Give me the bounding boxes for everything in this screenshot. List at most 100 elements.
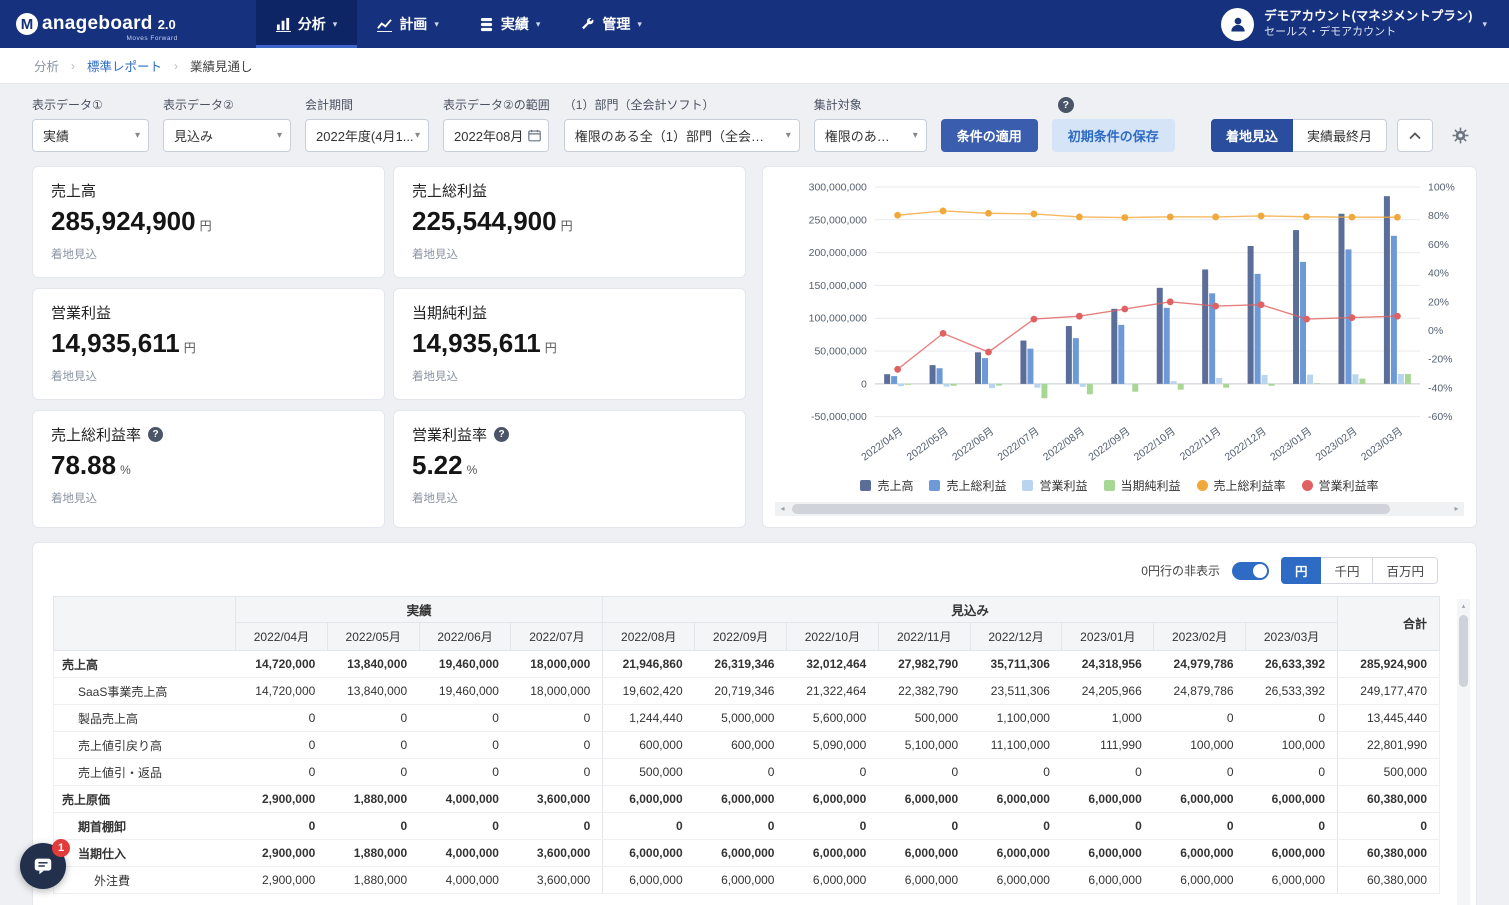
table-cell: 0 [1154, 759, 1246, 786]
nav-item-plan[interactable]: 計画 ▾ [357, 0, 459, 48]
svg-text:80%: 80% [1428, 211, 1449, 222]
row-label[interactable]: SaaS事業売上高 [54, 678, 236, 705]
row-total: 0 [1338, 813, 1440, 840]
legend-item[interactable]: 営業利益率 [1302, 477, 1379, 494]
table-group-header-row: 実績見込み合計 [54, 597, 1440, 623]
kpi-value: 14,935,611円 [412, 328, 727, 359]
data-2-range-date-input[interactable]: 2022年08月 [443, 119, 549, 152]
unit-switcher: 円 千円 百万円 [1281, 557, 1438, 584]
kpi-title: 当期純利益 [412, 302, 727, 323]
table-cell: 1,100,000 [970, 705, 1062, 732]
svg-text:-60%: -60% [1428, 412, 1452, 423]
kpi-note: 着地見込 [412, 246, 727, 262]
kpi-value: 225,544,900円 [412, 206, 727, 237]
scroll-right-icon[interactable]: ▸ [1449, 502, 1464, 516]
row-label[interactable]: 製品売上高 [54, 705, 236, 732]
table-cell: 26,533,392 [1246, 678, 1338, 705]
nav-label: 管理 [602, 14, 630, 34]
breadcrumb-analysis[interactable]: 分析 [34, 56, 59, 75]
display-data-2-select[interactable]: 見込み ▾ [163, 119, 291, 152]
table-row: 期首棚卸0000000000000 [54, 813, 1440, 840]
legend-item[interactable]: 当期純利益 [1104, 477, 1181, 494]
table-cell: 1,244,440 [603, 705, 695, 732]
table-cell: 27,982,790 [878, 651, 970, 678]
unit-million-yen[interactable]: 百万円 [1373, 557, 1438, 584]
chevron-down-icon: ▾ [786, 130, 791, 141]
svg-text:2022/04月: 2022/04月 [859, 425, 905, 463]
table-row: 売上値引戻り高0000600,000600,0005,090,0005,100,… [54, 732, 1440, 759]
table-row: 売上高14,720,00013,840,00019,460,00018,000,… [54, 651, 1440, 678]
chart-horizontal-scrollbar[interactable]: ◂ ▸ [775, 502, 1464, 516]
kpi-number: 78.88 [51, 450, 116, 480]
top-navbar: Manageboard2.0 Moves Forward 分析 ▾ 計画 ▾ 実… [0, 0, 1509, 48]
scrollbar-thumb[interactable] [1459, 615, 1468, 687]
aggregation-target-select[interactable]: 権限のある全タグ ▾ [814, 119, 927, 152]
kpi-card-gross-margin: 売上総利益率? 78.88% 着地見込 [32, 410, 385, 528]
kpi-number: 285,924,900 [51, 206, 196, 236]
row-total: 60,380,000 [1338, 786, 1440, 813]
unit-yen[interactable]: 円 [1281, 557, 1322, 584]
scrollbar-thumb[interactable] [792, 504, 1390, 514]
table-cell: 6,000,000 [1154, 840, 1246, 867]
row-label[interactable]: 期首棚卸 [54, 813, 236, 840]
total-column-header: 合計 [1338, 597, 1440, 651]
row-label[interactable]: 外注費 [54, 867, 236, 894]
help-icon[interactable]: ? [494, 427, 509, 442]
legend-item[interactable]: 売上高 [860, 477, 913, 494]
row-label[interactable]: 売上原価 [54, 786, 236, 813]
legend-item[interactable]: 売上総利益率 [1197, 477, 1286, 494]
mode-landing-forecast[interactable]: 着地見込 [1211, 119, 1293, 152]
scroll-up-icon[interactable]: ▴ [1457, 599, 1470, 612]
row-label[interactable]: 売上高 [54, 651, 236, 678]
nav-item-analysis[interactable]: 分析 ▾ [256, 0, 358, 48]
svg-text:200,000,000: 200,000,000 [809, 248, 867, 259]
row-label[interactable]: 売上値引戻り高 [54, 732, 236, 759]
scrollbar-track[interactable] [790, 502, 1449, 516]
table-cell: 6,000,000 [695, 840, 787, 867]
table-cell: 0 [878, 759, 970, 786]
line-chart-icon [377, 17, 392, 32]
hide-zero-rows-toggle[interactable] [1232, 562, 1269, 580]
fiscal-period-select[interactable]: 2022年度(4月1... ▾ [305, 119, 429, 152]
apply-conditions-button[interactable]: 条件の適用 [941, 119, 1038, 152]
table-cell: 0 [419, 759, 511, 786]
chevron-down-icon: ▾ [333, 19, 338, 30]
table-cell: 6,000,000 [603, 867, 695, 894]
save-initial-conditions-button[interactable]: 初期条件の保存 [1052, 119, 1175, 152]
nav-item-admin[interactable]: 管理 ▾ [560, 0, 662, 48]
help-icon[interactable]: ? [1058, 97, 1074, 113]
department-select[interactable]: 権限のある全（1）部門（全会計ソフト） ▾ [564, 119, 800, 152]
chat-launcher-button[interactable]: 1 [20, 843, 66, 889]
gear-icon [1451, 126, 1470, 145]
row-label[interactable]: 売上値引・返品 [54, 759, 236, 786]
mode-actual-last-month[interactable]: 実績最終月 [1293, 119, 1387, 152]
unit-thousand-yen[interactable]: 千円 [1321, 557, 1373, 584]
settings-button[interactable] [1443, 119, 1477, 152]
svg-text:-40%: -40% [1428, 383, 1452, 394]
display-data-1-select[interactable]: 実績 ▾ [32, 119, 149, 152]
table-cell: 6,000,000 [878, 786, 970, 813]
collapse-filters-button[interactable] [1397, 119, 1433, 152]
svg-text:40%: 40% [1428, 269, 1449, 280]
table-cell: 0 [878, 813, 970, 840]
breadcrumb-standard-report[interactable]: 標準レポート [87, 56, 162, 75]
combo-chart: 300,000,000250,000,000200,000,000150,000… [775, 177, 1464, 475]
filter-label: 会計期間 [305, 96, 429, 113]
table-cell: 0 [1154, 813, 1246, 840]
month-header: 2023/01月 [1062, 623, 1154, 651]
scroll-left-icon[interactable]: ◂ [775, 502, 790, 516]
table-vertical-scrollbar[interactable]: ▴ [1457, 599, 1470, 905]
wrench-icon [580, 17, 595, 32]
nav-item-results[interactable]: 実績 ▾ [459, 0, 561, 48]
kpi-note: 着地見込 [51, 246, 366, 262]
legend-item[interactable]: 営業利益 [1022, 477, 1087, 494]
help-icon[interactable]: ? [148, 427, 163, 442]
kpi-unit: 円 [561, 219, 573, 233]
row-label[interactable]: 当期仕入 [54, 840, 236, 867]
table-cell: 11,100,000 [970, 732, 1062, 759]
account-menu[interactable]: デモアカウント(マネジメントプラン) セールス・デモアカウント ▾ [1199, 0, 1509, 48]
legend-item[interactable]: 売上総利益 [929, 477, 1006, 494]
app-logo[interactable]: Manageboard2.0 Moves Forward [0, 0, 196, 48]
table-cell: 0 [327, 705, 419, 732]
chevron-down-icon: ▾ [135, 130, 140, 141]
